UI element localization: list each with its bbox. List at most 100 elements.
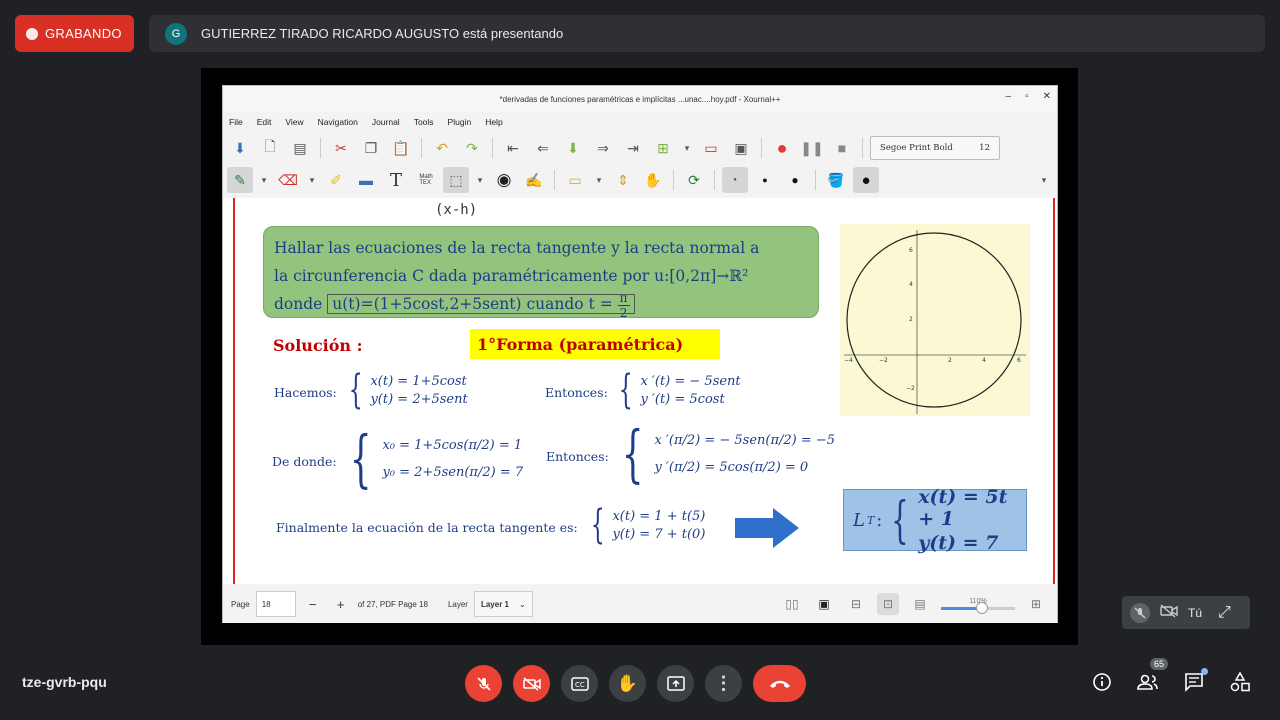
previous-page-icon[interactable]: ⇐ [530, 135, 556, 161]
minimize-icon[interactable]: – [1006, 91, 1012, 102]
activities-button[interactable] [1228, 670, 1252, 694]
page-number-input[interactable]: 18 [255, 591, 296, 617]
select-region-icon[interactable]: ⬚ [443, 167, 469, 193]
chevron-down-icon[interactable]: ▾ [305, 167, 319, 193]
chat-button[interactable] [1182, 668, 1208, 694]
vertical-space-icon[interactable]: ◉ [491, 167, 517, 193]
record-icon[interactable]: ● [769, 135, 795, 161]
menu-help[interactable]: Help [485, 117, 502, 127]
two-pages-icon[interactable]: ▯▯ [781, 593, 803, 615]
more-options-button[interactable]: ⋮ [705, 665, 742, 702]
menu-edit[interactable]: Edit [257, 117, 272, 127]
zoom-slider-handle[interactable] [975, 602, 988, 614]
present-button[interactable] [657, 665, 694, 702]
pi-den: 2 [619, 305, 628, 320]
chevron-down-icon[interactable]: ▾ [592, 167, 606, 193]
self-view-tile[interactable]: Tú ⤢ [1122, 596, 1250, 629]
window-title: *derivadas de funciones paramétricas e i… [499, 94, 781, 104]
close-icon[interactable]: ✕ [1043, 91, 1051, 102]
eraser-icon[interactable]: ⌫ [275, 167, 301, 193]
cut-icon[interactable]: ✂ [328, 135, 354, 161]
last-page-icon[interactable]: ⇥ [620, 135, 646, 161]
move-space-icon[interactable]: ⇕ [610, 167, 636, 193]
avatar: G [165, 22, 187, 45]
save-icon[interactable]: ⬇ [227, 135, 253, 161]
paste-icon[interactable]: 📋 [388, 135, 414, 161]
refresh-icon[interactable]: ⟳ [681, 167, 707, 193]
raise-hand-button[interactable]: ✋ [609, 665, 646, 702]
page-canvas[interactable]: (x-h) Hallar las ecuaciones de la recta … [223, 198, 1057, 584]
entonces2-system: { x ′(π/2) = − 5sen(π/2) = −5 y ′(π/2) =… [621, 417, 836, 490]
solution-heading: Solución : [273, 336, 363, 355]
menu-tools[interactable]: Tools [414, 117, 434, 127]
menu-navigation[interactable]: Navigation [318, 117, 358, 127]
participants-count: 65 [1149, 658, 1168, 670]
math-tex-icon[interactable]: Math TEX [413, 167, 439, 193]
chevron-down-icon[interactable]: ▾ [473, 167, 487, 193]
shape-fill-icon[interactable]: ▭ [562, 167, 588, 193]
presentation-icon[interactable]: ▣ [728, 135, 754, 161]
maximize-icon[interactable]: ▫ [1025, 91, 1029, 102]
camera-toggle-button[interactable] [513, 665, 550, 702]
go-to-page-icon[interactable]: ⬇ [560, 135, 586, 161]
mic-toggle-button[interactable] [465, 665, 502, 702]
pause-icon[interactable]: ❚❚ [799, 135, 825, 161]
zoom-100-icon[interactable]: ▤ [909, 593, 931, 615]
copy-icon[interactable]: ❐ [358, 135, 384, 161]
menu-journal[interactable]: Journal [372, 117, 400, 127]
pen-icon[interactable]: ✎ [227, 167, 253, 193]
text-icon[interactable]: T [383, 167, 409, 193]
captions-button[interactable]: CC [561, 665, 598, 702]
presentation-mode-icon[interactable]: ▣ [813, 593, 835, 615]
final-label: Finalmente la ecuación de la recta tange… [276, 520, 578, 535]
zoom-out-icon[interactable]: ⊟ [845, 593, 867, 615]
dedonde-label: De donde: [272, 454, 337, 469]
thick-dot-icon[interactable]: ● [782, 167, 808, 193]
toolbar-1: ⬇ 🗋 ▤ ✂ ❐ 📋 ↶ ↷ ⇤ ⇐ ⬇ ⇒ ⇥ ⊞ ▾ ▭ ▣ ● ❚❚ ■… [223, 132, 1057, 164]
fill-icon[interactable]: 🪣 [823, 167, 849, 193]
hand-icon[interactable]: ✋ [640, 167, 666, 193]
delete-page-icon[interactable]: ▭ [698, 135, 724, 161]
zoom-in-icon[interactable]: ⊞ [1025, 593, 1047, 615]
next-page-icon[interactable]: ⇒ [590, 135, 616, 161]
entonces1-y: y ′(t) = 5cost [640, 391, 725, 407]
color-icon[interactable]: ● [853, 167, 879, 193]
entonces2-y: y ′(π/2) = 5cos(π/2) = 0 [654, 460, 809, 475]
menubar: File Edit View Navigation Journal Tools … [223, 112, 1057, 132]
dedonde-x: x₀ = 1+5cos(π/2) = 1 [382, 438, 523, 453]
medium-dot-icon[interactable]: ● [752, 167, 778, 193]
redo-icon[interactable]: ↷ [459, 135, 485, 161]
thin-dot-icon[interactable]: ● [722, 167, 748, 193]
window-titlebar: *derivadas de funciones paramétricas e i… [223, 86, 1057, 112]
first-page-icon[interactable]: ⇤ [500, 135, 526, 161]
stop-icon[interactable]: ■ [829, 135, 855, 161]
recording-badge[interactable]: GRABANDO [15, 15, 134, 52]
problem-statement: Hallar las ecuaciones de la recta tangen… [263, 226, 819, 320]
chevron-down-icon[interactable]: ▾ [680, 135, 694, 161]
chevron-down-icon: ⌄ [519, 599, 526, 609]
menu-plugin[interactable]: Plugin [448, 117, 472, 127]
people-button[interactable]: 65 [1136, 658, 1168, 694]
y-tick: −2 [906, 385, 915, 392]
chevron-down-icon[interactable]: ▾ [1037, 167, 1051, 193]
undo-icon[interactable]: ↶ [429, 135, 455, 161]
annotate-pdf-icon[interactable]: ▤ [287, 135, 313, 161]
chevron-down-icon[interactable]: ▾ [257, 167, 271, 193]
menu-view[interactable]: View [285, 117, 303, 127]
circle-graph: −4 −2 2 4 6 6 4 2 −2 [840, 224, 1030, 416]
menu-file[interactable]: File [229, 117, 243, 127]
zoom-slider[interactable]: 110% [941, 598, 1015, 614]
page-increment-button[interactable]: + [330, 591, 352, 617]
zoom-fit-icon[interactable]: ⊡ [877, 593, 899, 615]
page-decrement-button[interactable]: − [302, 591, 324, 617]
meeting-info-button[interactable] [1090, 670, 1114, 694]
highlighter-icon[interactable]: ✐ [323, 167, 349, 193]
new-page-icon[interactable]: 🗋 [257, 135, 283, 161]
image-icon[interactable]: ▬ [353, 167, 379, 193]
insert-page-icon[interactable]: ⊞ [650, 135, 676, 161]
expand-icon[interactable]: ⤢ [1218, 604, 1231, 622]
hand-draw-icon[interactable]: ✍ [521, 167, 547, 193]
font-selector[interactable]: Segoe Print Bold 12 [870, 136, 1000, 160]
layer-select[interactable]: Layer 1 ⌄ [473, 591, 533, 617]
end-call-button[interactable] [753, 665, 806, 702]
